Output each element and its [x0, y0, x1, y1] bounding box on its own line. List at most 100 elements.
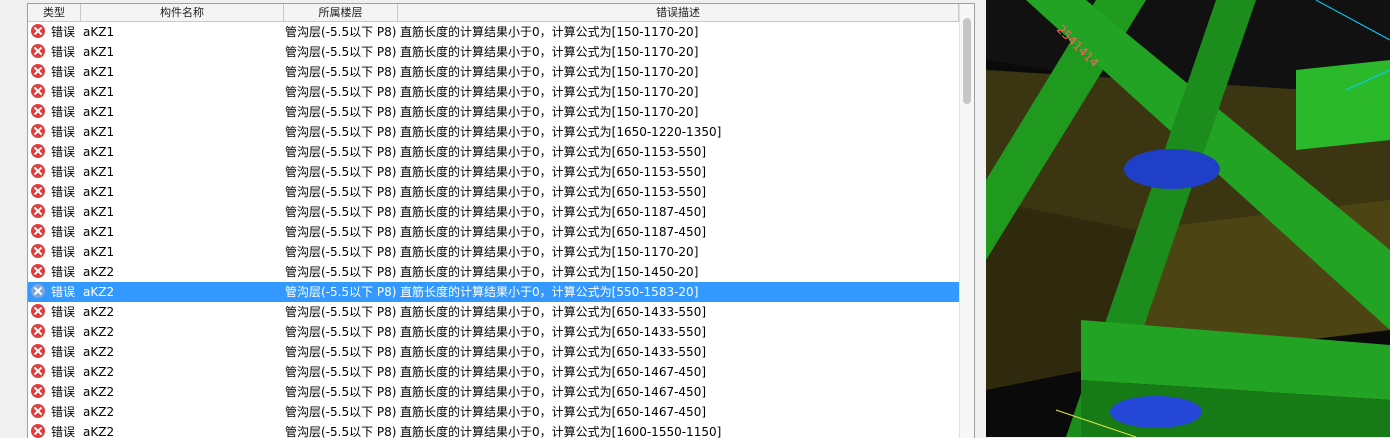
cell-description: 直筋长度的计算结果小于0，计算公式为[650-1153-550] — [400, 165, 707, 179]
cell-floor: 管沟层(-5.5以下 P8) — [285, 25, 397, 39]
table-row[interactable]: 错误 aKZ1 管沟层(-5.5以下 P8) 直筋长度的计算结果小于0，计算公式为[1… — [28, 22, 959, 42]
error-icon — [31, 123, 45, 138]
table-row[interactable]: 错误 aKZ2 管沟层(-5.5以下 P8) 直筋长度的计算结果小于0，计算公式为[6… — [28, 362, 959, 382]
grid-header: 类型 构件名称 所属楼层 错误描述 — [28, 4, 959, 22]
table-row[interactable]: 错误 aKZ2 管沟层(-5.5以下 P8) 直筋长度的计算结果小于0，计算公式为[5… — [28, 282, 959, 302]
type-label: 错误 — [51, 65, 76, 79]
error-icon — [31, 63, 45, 78]
cell-type: 错误 — [31, 82, 81, 102]
table-row[interactable]: 错误 aKZ2 管沟层(-5.5以下 P8) 直筋长度的计算结果小于0，计算公式为[6… — [28, 402, 959, 422]
cell-type: 错误 — [31, 222, 81, 242]
cell-floor: 管沟层(-5.5以下 P8) — [285, 385, 397, 399]
cell-type: 错误 — [31, 302, 81, 322]
cell-description: 直筋长度的计算结果小于0，计算公式为[650-1433-550] — [400, 325, 707, 339]
cell-name: aKZ2 — [83, 325, 115, 339]
type-label: 错误 — [51, 165, 76, 179]
error-icon — [31, 203, 45, 218]
type-label: 错误 — [51, 345, 76, 359]
table-row[interactable]: 错误 aKZ1 管沟层(-5.5以下 P8) 直筋长度的计算结果小于0，计算公式为[1… — [28, 102, 959, 122]
type-label: 错误 — [51, 25, 76, 39]
table-row[interactable]: 错误 aKZ1 管沟层(-5.5以下 P8) 直筋长度的计算结果小于0，计算公式为[6… — [28, 142, 959, 162]
type-label: 错误 — [51, 405, 76, 419]
table-row[interactable]: 错误 aKZ2 管沟层(-5.5以下 P8) 直筋长度的计算结果小于0，计算公式为[6… — [28, 382, 959, 402]
cell-floor: 管沟层(-5.5以下 P8) — [285, 205, 397, 219]
cell-description: 直筋长度的计算结果小于0，计算公式为[1650-1220-1350] — [400, 125, 722, 139]
header-type[interactable]: 类型 — [28, 4, 81, 21]
table-row[interactable]: 错误 aKZ1 管沟层(-5.5以下 P8) 直筋长度的计算结果小于0，计算公式为[1… — [28, 82, 959, 102]
cell-floor: 管沟层(-5.5以下 P8) — [285, 345, 397, 359]
blue-hole-top — [1124, 149, 1220, 189]
header-description[interactable]: 错误描述 — [398, 4, 959, 21]
error-icon — [31, 343, 45, 358]
vertical-scrollbar[interactable] — [959, 4, 974, 438]
table-row[interactable]: 错误 aKZ2 管沟层(-5.5以下 P8) 直筋长度的计算结果小于0，计算公式为[1… — [28, 262, 959, 282]
cell-name: aKZ1 — [83, 25, 115, 39]
cell-name: aKZ1 — [83, 105, 115, 119]
header-name[interactable]: 构件名称 — [81, 4, 284, 21]
table-row[interactable]: 错误 aKZ1 管沟层(-5.5以下 P8) 直筋长度的计算结果小于0，计算公式为[6… — [28, 202, 959, 222]
type-label: 错误 — [51, 305, 76, 319]
cell-floor: 管沟层(-5.5以下 P8) — [285, 225, 397, 239]
cell-floor: 管沟层(-5.5以下 P8) — [285, 185, 397, 199]
cell-name: aKZ1 — [83, 85, 115, 99]
cell-type: 错误 — [31, 62, 81, 82]
cell-description: 直筋长度的计算结果小于0，计算公式为[1600-1550-1150] — [400, 425, 722, 438]
header-floor[interactable]: 所属楼层 — [284, 4, 398, 21]
error-icon — [31, 363, 45, 378]
cell-name: aKZ2 — [83, 285, 115, 299]
beam-block-top — [1296, 60, 1390, 150]
error-icon — [31, 243, 45, 258]
cell-floor: 管沟层(-5.5以下 P8) — [285, 165, 397, 179]
type-label: 错误 — [51, 245, 76, 259]
type-label: 错误 — [51, 385, 76, 399]
cell-description: 直筋长度的计算结果小于0，计算公式为[650-1187-450] — [400, 205, 707, 219]
table-row[interactable]: 错误 aKZ1 管沟层(-5.5以下 P8) 直筋长度的计算结果小于0，计算公式为[1… — [28, 62, 959, 82]
cell-description: 直筋长度的计算结果小于0，计算公式为[150-1170-20] — [400, 45, 699, 59]
cell-floor: 管沟层(-5.5以下 P8) — [285, 265, 397, 279]
cell-description: 直筋长度的计算结果小于0，计算公式为[150-1450-20] — [400, 265, 699, 279]
table-row[interactable]: 错误 aKZ1 管沟层(-5.5以下 P8) 直筋长度的计算结果小于0，计算公式为[1… — [28, 122, 959, 142]
cell-name: aKZ1 — [83, 205, 115, 219]
cell-floor: 管沟层(-5.5以下 P8) — [285, 45, 397, 59]
cell-type: 错误 — [31, 22, 81, 42]
3d-model-view: 2541414 — [986, 0, 1390, 437]
table-row[interactable]: 错误 aKZ1 管沟层(-5.5以下 P8) 直筋长度的计算结果小于0，计算公式为[1… — [28, 42, 959, 62]
cell-floor: 管沟层(-5.5以下 P8) — [285, 145, 397, 159]
cell-floor: 管沟层(-5.5以下 P8) — [285, 325, 397, 339]
cell-description: 直筋长度的计算结果小于0，计算公式为[650-1467-450] — [400, 385, 707, 399]
cell-type: 错误 — [31, 342, 81, 362]
cell-name: aKZ2 — [83, 365, 115, 379]
cell-type: 错误 — [31, 242, 81, 262]
error-icon — [31, 423, 45, 438]
cell-type: 错误 — [31, 122, 81, 142]
cell-type: 错误 — [31, 422, 81, 438]
type-label: 错误 — [51, 285, 76, 299]
type-label: 错误 — [51, 145, 76, 159]
table-row[interactable]: 错误 aKZ1 管沟层(-5.5以下 P8) 直筋长度的计算结果小于0，计算公式为[1… — [28, 242, 959, 262]
cell-name: aKZ1 — [83, 165, 115, 179]
error-icon — [31, 103, 45, 118]
cell-name: aKZ2 — [83, 385, 115, 399]
cell-description: 直筋长度的计算结果小于0，计算公式为[150-1170-20] — [400, 65, 699, 79]
table-row[interactable]: 错误 aKZ2 管沟层(-5.5以下 P8) 直筋长度的计算结果小于0，计算公式为[6… — [28, 342, 959, 362]
table-row[interactable]: 错误 aKZ1 管沟层(-5.5以下 P8) 直筋长度的计算结果小于0，计算公式为[6… — [28, 182, 959, 202]
table-row[interactable]: 错误 aKZ1 管沟层(-5.5以下 P8) 直筋长度的计算结果小于0，计算公式为[6… — [28, 162, 959, 182]
3d-viewport[interactable]: 2541414 — [986, 0, 1390, 437]
cell-description: 直筋长度的计算结果小于0，计算公式为[650-1153-550] — [400, 145, 707, 159]
cell-type: 错误 — [31, 102, 81, 122]
error-icon — [31, 283, 45, 298]
cell-name: aKZ1 — [83, 45, 115, 59]
table-row[interactable]: 错误 aKZ2 管沟层(-5.5以下 P8) 直筋长度的计算结果小于0，计算公式为[6… — [28, 322, 959, 342]
cell-floor: 管沟层(-5.5以下 P8) — [285, 365, 397, 379]
error-list-pane: 类型 构件名称 所属楼层 错误描述 错误 aKZ1 管沟层(-5.5以下 P8) 直筋… — [0, 0, 986, 438]
table-row[interactable]: 错误 aKZ1 管沟层(-5.5以下 P8) 直筋长度的计算结果小于0，计算公式为[6… — [28, 222, 959, 242]
table-row[interactable]: 错误 aKZ2 管沟层(-5.5以下 P8) 直筋长度的计算结果小于0，计算公式为[1… — [28, 422, 959, 438]
cell-type: 错误 — [31, 362, 81, 382]
type-label: 错误 — [51, 45, 76, 59]
cell-description: 直筋长度的计算结果小于0，计算公式为[150-1170-20] — [400, 245, 699, 259]
cell-description: 直筋长度的计算结果小于0，计算公式为[650-1153-550] — [400, 185, 707, 199]
error-icon — [31, 223, 45, 238]
table-row[interactable]: 错误 aKZ2 管沟层(-5.5以下 P8) 直筋长度的计算结果小于0，计算公式为[6… — [28, 302, 959, 322]
error-icon — [31, 163, 45, 178]
scrollbar-thumb[interactable] — [963, 18, 971, 104]
